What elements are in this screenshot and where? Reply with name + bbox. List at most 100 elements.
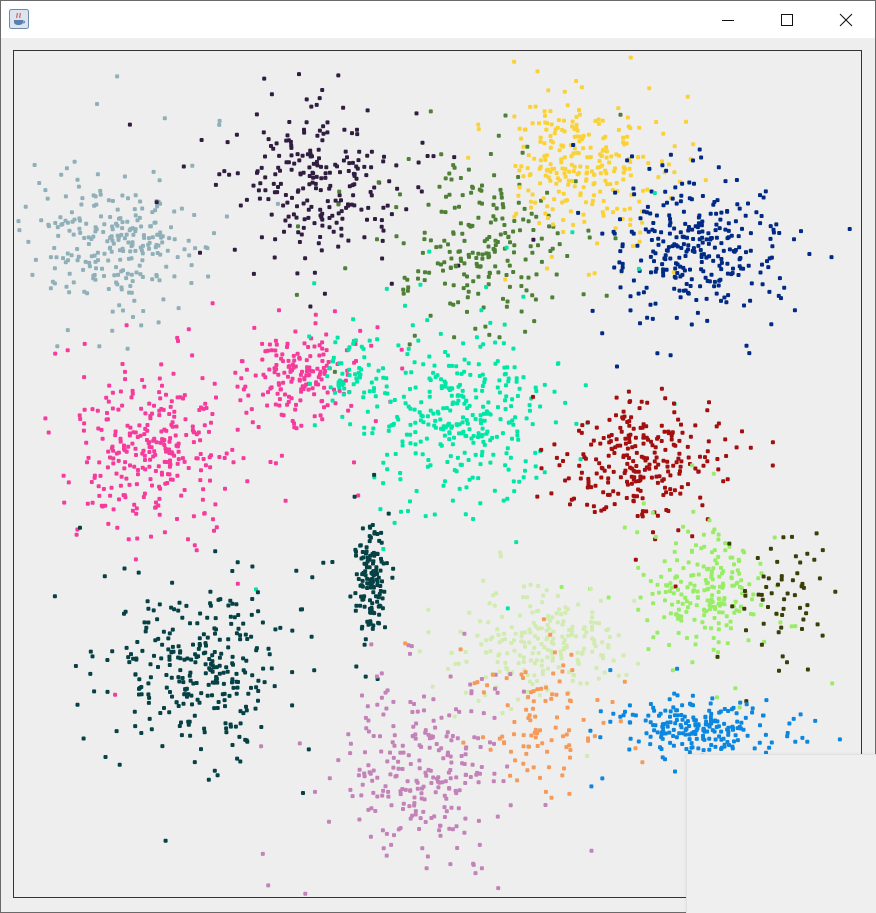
- scatter-point: [519, 136, 524, 141]
- scatter-point: [372, 185, 377, 190]
- scatter-point: [327, 186, 332, 191]
- scatter-point: [495, 627, 500, 632]
- scatter-point: [572, 184, 577, 189]
- scatter-point: [521, 584, 526, 589]
- scatter-point: [400, 439, 405, 444]
- scatter-point: [151, 169, 156, 174]
- scatter-point: [537, 693, 542, 698]
- scatter-point: [308, 354, 313, 359]
- scatter-point: [714, 424, 719, 429]
- scatter-point: [303, 891, 308, 896]
- scatter-point: [317, 128, 322, 133]
- scatter-point: [422, 230, 427, 235]
- scatter-point: [362, 642, 367, 647]
- scatter-point: [607, 440, 612, 445]
- scatter-point: [479, 308, 484, 313]
- scatter-point: [582, 646, 587, 651]
- scatter-point: [565, 103, 570, 108]
- scatter-point: [192, 213, 197, 217]
- scatter-point: [287, 120, 292, 124]
- scatter-point: [339, 198, 343, 203]
- scatter-point: [331, 229, 336, 234]
- scatter-point: [234, 671, 239, 676]
- scatter-point: [290, 628, 295, 633]
- scatter-point: [790, 534, 794, 539]
- scatter-point: [703, 275, 708, 280]
- scatter-point: [688, 434, 693, 439]
- scatter-point: [431, 370, 436, 375]
- maximize-button[interactable]: [758, 1, 816, 38]
- scatter-point: [276, 372, 281, 377]
- java-cup-icon[interactable]: [9, 9, 29, 29]
- scatter-point: [462, 357, 467, 362]
- scatter-point: [415, 786, 420, 791]
- scatter-point: [347, 184, 352, 189]
- scatter-point: [181, 164, 186, 169]
- scatter-point: [629, 229, 634, 234]
- scatter-point: [229, 621, 234, 626]
- scatter-point: [423, 770, 428, 775]
- scatter-point: [504, 273, 509, 277]
- scatter-point: [428, 109, 433, 114]
- scatter-point: [525, 689, 530, 694]
- scatter-point: [571, 673, 576, 677]
- scatter-point: [373, 217, 377, 221]
- scatter-point: [559, 612, 563, 617]
- scatter-point: [250, 597, 255, 601]
- scatter-point: [641, 435, 646, 440]
- scatter-point: [607, 635, 612, 639]
- scatter-point: [722, 602, 727, 607]
- scatter-point: [749, 281, 754, 286]
- scatter-point: [417, 827, 422, 831]
- scatter-point: [90, 654, 95, 659]
- scatter-point: [575, 657, 580, 662]
- scatter-point: [272, 370, 277, 375]
- scatter-point: [701, 726, 706, 731]
- scatter-point: [553, 127, 558, 132]
- scatter-point: [380, 238, 385, 243]
- scatter-point: [716, 590, 721, 594]
- scatter-point: [230, 654, 235, 659]
- scatter-point: [476, 736, 481, 741]
- scatter-point: [181, 680, 186, 685]
- scatter-point: [668, 220, 673, 225]
- scatter-point: [94, 227, 99, 232]
- scatter-point: [102, 574, 107, 579]
- scatter-point: [689, 573, 694, 578]
- scatter-point: [468, 775, 473, 779]
- scatter-point: [758, 270, 763, 275]
- scatter-point: [584, 200, 588, 205]
- scatter-point: [356, 493, 361, 498]
- scatter-point: [536, 583, 541, 588]
- scatter-point: [389, 423, 394, 428]
- scatter-point: [353, 591, 358, 596]
- scatter-point: [609, 446, 614, 451]
- scatter-point: [466, 458, 471, 462]
- scatter-point: [606, 480, 611, 485]
- scatter-point: [232, 247, 237, 252]
- scatter-point: [404, 207, 409, 212]
- scatter-point: [621, 177, 626, 182]
- scatter-point: [705, 318, 710, 323]
- scatter-point: [622, 414, 627, 419]
- scatter-point: [486, 620, 491, 625]
- scatter-point: [337, 189, 342, 194]
- scatter-point: [412, 333, 417, 338]
- scatter-point: [446, 242, 450, 247]
- scatter-point: [439, 715, 444, 720]
- scatter-point: [168, 690, 172, 694]
- scatter-point: [495, 660, 500, 665]
- close-button[interactable]: [817, 1, 875, 38]
- scatter-point: [119, 474, 124, 479]
- scatter-point: [306, 215, 311, 220]
- scatter-point: [177, 679, 182, 684]
- scatter-point: [657, 590, 661, 595]
- scatter-point: [167, 464, 172, 469]
- minimize-button[interactable]: [699, 1, 757, 38]
- scatter-point: [455, 846, 460, 850]
- scatter-point: [219, 651, 224, 656]
- scatter-point: [605, 206, 610, 211]
- scatter-point: [132, 464, 137, 469]
- scatter-point: [758, 561, 763, 566]
- scatter-point: [522, 640, 527, 645]
